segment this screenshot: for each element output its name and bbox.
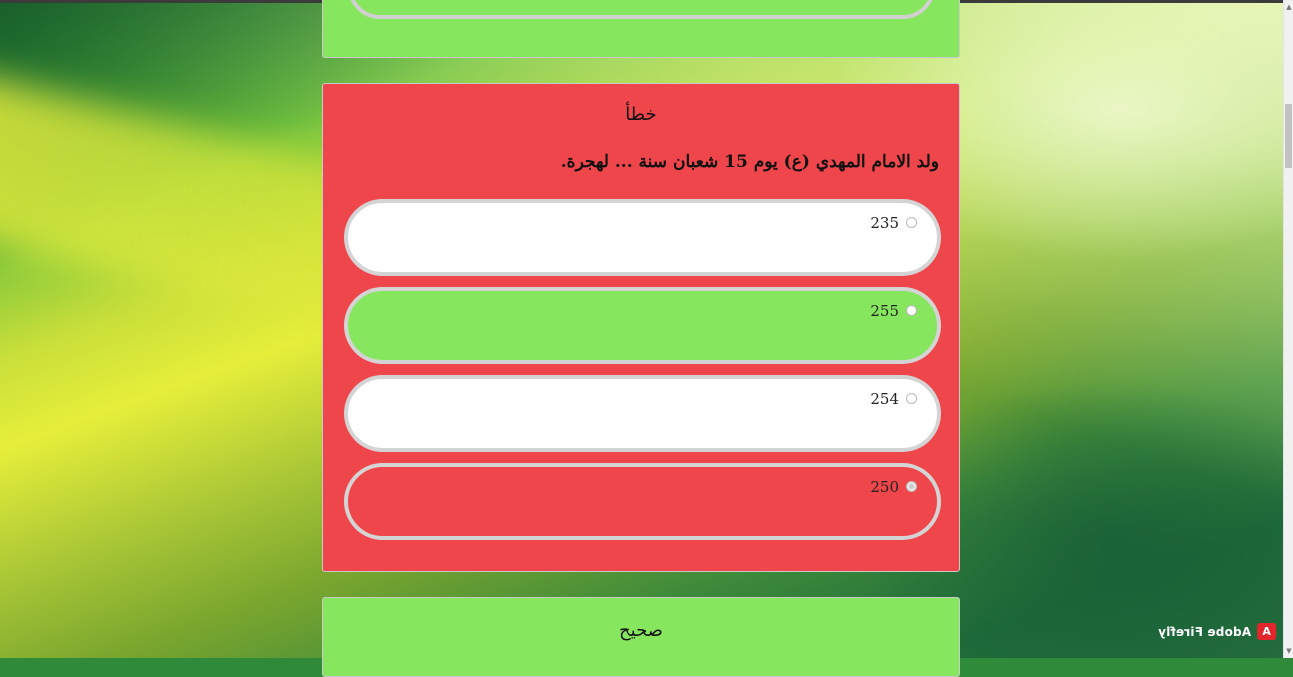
option-1[interactable]: 235 (344, 199, 941, 276)
option-label: 254 (870, 390, 899, 408)
radio-button[interactable] (906, 393, 917, 404)
previous-option-pill[interactable] (348, 0, 935, 19)
verdict-label: خطأ (625, 104, 657, 125)
radio-button[interactable] (906, 305, 917, 316)
option-3[interactable]: 254 (344, 375, 941, 452)
scroll-up-arrow-icon[interactable]: ▲ (1285, 2, 1293, 12)
option-label: 255 (870, 302, 899, 320)
adobe-firefly-watermark: A Adobe Firefly (1158, 623, 1277, 640)
radio-button[interactable] (906, 217, 917, 228)
question-card: خطأ ولد الامام المهدي (ع) يوم 15 شعبان س… (322, 83, 960, 572)
scrollbar-thumb[interactable] (1285, 104, 1292, 168)
vertical-scrollbar[interactable]: ▲ ▼ (1283, 0, 1293, 658)
option-label: 250 (870, 478, 899, 496)
option-2[interactable]: 255 (344, 287, 941, 364)
verdict-label: صحيح (619, 620, 663, 641)
option-4[interactable]: 250 (344, 463, 941, 540)
watermark-text: Adobe Firefly (1158, 624, 1252, 639)
scroll-down-arrow-icon[interactable]: ▼ (1285, 646, 1293, 656)
next-question-card: صحيح (322, 597, 960, 677)
question-text: ولد الامام المهدي (ع) يوم 15 شعبان سنة .… (560, 152, 939, 172)
previous-question-card (322, 0, 960, 58)
adobe-logo-icon: A (1257, 623, 1277, 640)
option-label: 235 (870, 214, 899, 232)
radio-button-selected[interactable] (906, 481, 917, 492)
